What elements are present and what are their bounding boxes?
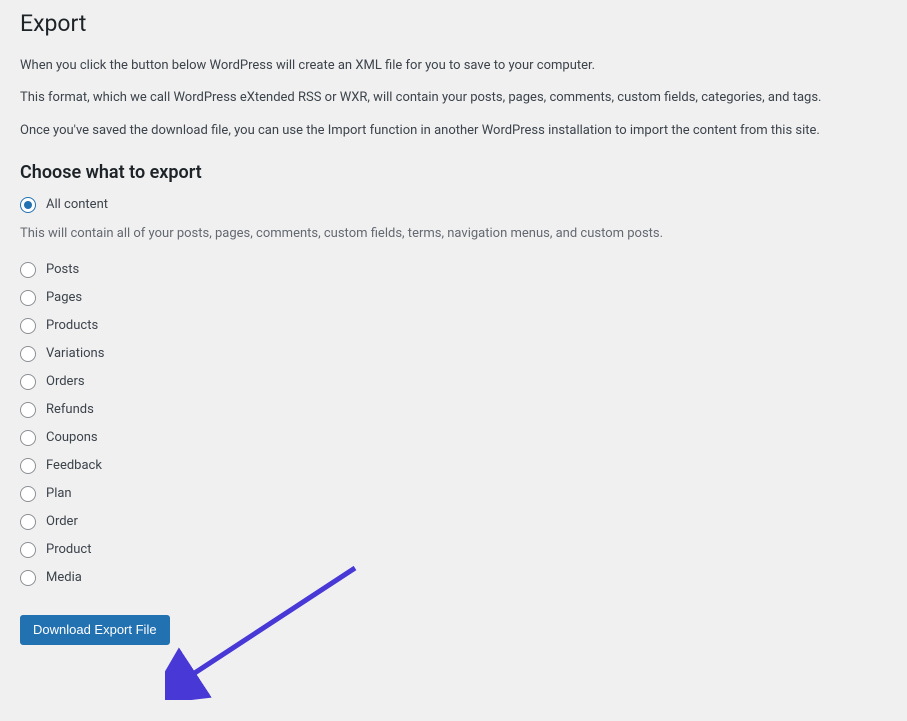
label-coupons: Coupons (46, 430, 98, 445)
radio-all-content[interactable] (20, 197, 36, 213)
radio-refunds[interactable] (20, 402, 36, 418)
download-export-button[interactable]: Download Export File (20, 615, 170, 645)
label-all-content: All content (46, 197, 108, 212)
option-refunds[interactable]: Refunds (20, 399, 887, 421)
section-heading: Choose what to export (20, 162, 887, 183)
radio-plan[interactable] (20, 486, 36, 502)
label-variations: Variations (46, 346, 104, 361)
option-plan[interactable]: Plan (20, 483, 887, 505)
label-refunds: Refunds (46, 402, 94, 417)
radio-variations[interactable] (20, 346, 36, 362)
label-order: Order (46, 514, 78, 529)
page-title: Export (20, 0, 887, 43)
radio-posts[interactable] (20, 262, 36, 278)
option-all-content[interactable]: All content (20, 194, 887, 216)
intro-paragraph-1: When you click the button below WordPres… (20, 56, 887, 76)
option-products[interactable]: Products (20, 315, 887, 337)
label-posts: Posts (46, 262, 79, 277)
label-products: Products (46, 318, 98, 333)
intro-paragraph-3: Once you've saved the download file, you… (20, 121, 887, 141)
label-product: Product (46, 542, 91, 557)
option-orders[interactable]: Orders (20, 371, 887, 393)
radio-orders[interactable] (20, 374, 36, 390)
option-coupons[interactable]: Coupons (20, 427, 887, 449)
label-plan: Plan (46, 486, 72, 501)
option-feedback[interactable]: Feedback (20, 455, 887, 477)
option-order[interactable]: Order (20, 511, 887, 533)
option-product[interactable]: Product (20, 539, 887, 561)
radio-media[interactable] (20, 570, 36, 586)
radio-feedback[interactable] (20, 458, 36, 474)
option-variations[interactable]: Variations (20, 343, 887, 365)
option-pages[interactable]: Pages (20, 287, 887, 309)
option-media[interactable]: Media (20, 567, 887, 589)
radio-pages[interactable] (20, 290, 36, 306)
radio-order[interactable] (20, 514, 36, 530)
label-feedback: Feedback (46, 458, 102, 473)
radio-products[interactable] (20, 318, 36, 334)
label-media: Media (46, 570, 82, 585)
radio-coupons[interactable] (20, 430, 36, 446)
option-posts[interactable]: Posts (20, 259, 887, 281)
radio-product[interactable] (20, 542, 36, 558)
label-pages: Pages (46, 290, 82, 305)
all-content-description: This will contain all of your posts, pag… (20, 224, 887, 244)
label-orders: Orders (46, 374, 85, 389)
intro-paragraph-2: This format, which we call WordPress eXt… (20, 88, 887, 108)
